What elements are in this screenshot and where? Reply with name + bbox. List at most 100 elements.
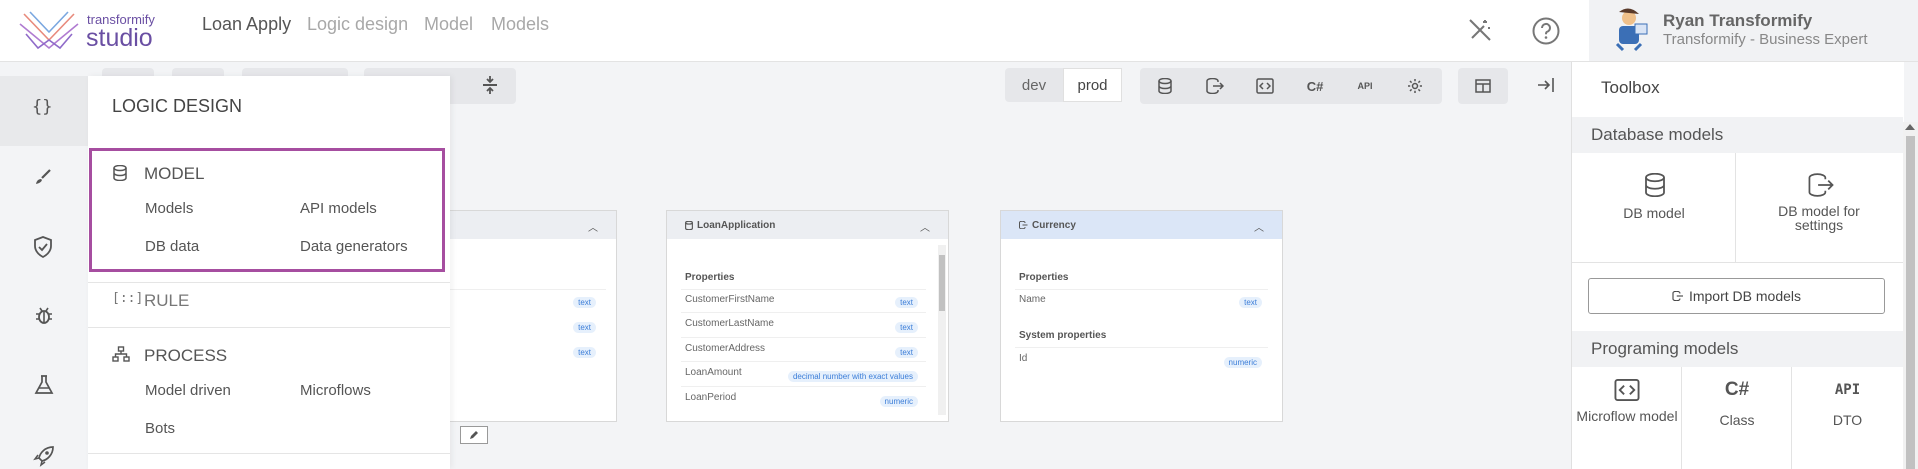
prop-type-badge: numeric [1223,357,1262,368]
api-button[interactable]: API [1340,68,1390,104]
logo-icon[interactable] [18,10,80,52]
db-export-icon [1019,221,1028,229]
card-title: Currency [1032,219,1076,231]
scroll-up-arrow[interactable] [1905,124,1915,130]
csharp-icon: C# [1724,379,1750,400]
prop-divider [1015,289,1268,290]
link-microflows[interactable]: Microflows [300,382,371,399]
user-name: Ryan Transformify [1663,11,1813,30]
help-icon[interactable] [1531,16,1561,46]
nav-logic-design[interactable]: Logic design [307,14,408,35]
db-export-icon [1808,173,1834,197]
prop-type-badge: text [1239,297,1262,308]
prop-name[interactable]: Id [1019,353,1027,364]
database-icon[interactable] [1140,68,1190,104]
prop-divider [681,289,926,290]
tile-class[interactable]: C# Class [1682,367,1792,469]
magic-wand-off-icon[interactable] [1467,17,1493,43]
prop-divider [681,337,926,338]
edit-pencil-button[interactable] [460,426,488,444]
link-model-driven[interactable]: Model driven [145,382,231,399]
tile-label: DB model [1623,205,1685,221]
chevron-up-icon[interactable]: ︿ [1254,219,1264,234]
flyout-divider [88,282,450,283]
bug-icon[interactable] [34,306,54,326]
gear-icon[interactable] [1390,68,1440,104]
compress-vertical-icon[interactable] [482,75,498,95]
microflow-icon[interactable] [1240,68,1290,104]
prop-name[interactable]: Name [1019,294,1046,305]
tile-dto[interactable]: API DTO [1792,367,1903,469]
nav-model[interactable]: Model [424,14,473,35]
link-api-models[interactable]: API models [300,200,377,217]
section-title-model[interactable]: MODEL [144,164,204,184]
tile-microflow-model[interactable]: Microflow model [1572,367,1682,469]
db-export-icon[interactable] [1190,68,1240,104]
logo-text-large: studio [86,24,153,52]
flyout-title: LOGIC DESIGN [112,96,243,116]
tile-label: DTO [1832,412,1863,428]
api-icon: API [1834,382,1861,398]
tile-db-model-settings[interactable]: DB model for settings [1736,153,1903,263]
prop-type-badge: text [895,322,918,333]
env-dev-toggle[interactable]: dev [1005,68,1063,102]
prop-type-badge: numeric [879,396,918,407]
prop-name[interactable]: LoanAmount [685,367,742,378]
prop-type-badge: text [895,347,918,358]
collapse-right-icon[interactable] [1537,77,1555,93]
flask-icon[interactable] [34,375,54,395]
link-bots[interactable]: Bots [145,420,175,437]
link-data-generators[interactable]: Data generators [300,238,408,255]
toolbox-title: Toolbox [1601,78,1660,97]
flyout-divider [88,327,450,328]
import-db-models-button[interactable]: Import DB models [1588,278,1885,314]
prop-type-badge: text [573,297,596,308]
prop-divider [1015,347,1268,348]
prop-name[interactable]: LoanPeriod [685,392,736,403]
prop-name[interactable]: CustomerLastName [685,318,774,329]
prop-type-badge: decimal number with exact values [787,371,918,382]
prop-type-badge: text [573,322,596,333]
sitemap-icon [112,346,130,362]
brush-icon[interactable] [34,168,52,186]
toolbox-section-db-label: Database models [1591,125,1724,144]
card-scrollbar-thumb[interactable] [939,255,945,311]
chevron-up-icon[interactable]: ︿ [920,219,930,234]
nav-models[interactable]: Models [491,14,549,35]
user-role: Transformify - Business Expert [1663,31,1868,48]
prop-name[interactable]: CustomerFirstName [685,294,774,305]
section-title-process[interactable]: PROCESS [144,346,227,366]
code-braces-icon[interactable]: {} [32,97,52,117]
prop-type-badge: text [573,347,596,358]
link-db-data[interactable]: DB data [145,238,199,255]
database-icon [1644,173,1666,197]
section-title-rule[interactable]: RULE [144,291,189,311]
card-header[interactable]: LoanApplication [667,211,948,239]
chevron-up-icon[interactable]: ︿ [588,219,598,234]
tile-label: Microflow model [1576,408,1678,424]
model-card-loanapplication[interactable]: LoanApplication ︿ Properties CustomerFir… [666,210,949,422]
tile-label: Class [1719,412,1755,428]
toolbox-section-prog-label: Programing models [1591,339,1739,358]
prop-name[interactable]: CustomerAddress [685,343,765,354]
rocket-icon[interactable] [33,445,55,467]
logic-design-flyout [88,76,450,469]
nav-loan-apply[interactable]: Loan Apply [202,14,291,35]
flyout-divider [88,453,450,454]
card-header[interactable]: Currency [1001,211,1282,239]
properties-label: Properties [685,272,735,283]
avatar[interactable] [1611,8,1651,52]
env-prod-toggle[interactable]: prod [1063,68,1122,102]
shield-icon[interactable] [33,236,53,258]
tile-db-model[interactable]: DB model [1572,153,1736,263]
microflow-icon [1614,378,1640,402]
csharp-class-button[interactable]: C# [1290,68,1340,104]
toolbox-scrollbar-thumb[interactable] [1906,136,1915,469]
database-icon [113,165,127,181]
prop-type-badge: text [895,297,918,308]
table-icon[interactable] [1458,68,1508,104]
rule-icon: [::] [112,291,144,306]
card-title: LoanApplication [697,219,776,231]
link-models[interactable]: Models [145,200,193,217]
model-card-currency[interactable]: Currency ︿ Properties Name text System p… [1000,210,1283,422]
